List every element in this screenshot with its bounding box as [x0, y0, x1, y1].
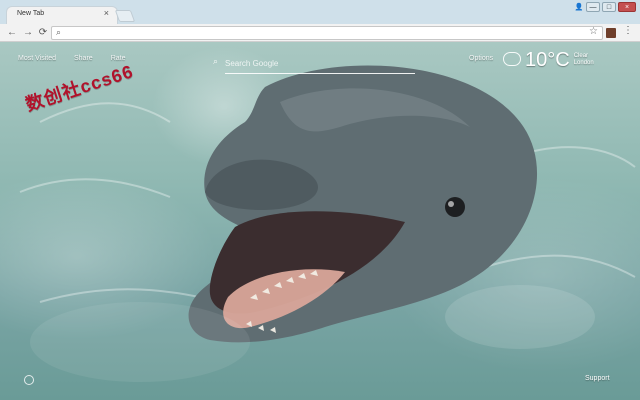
- window-controls: 👤 — □ ×: [574, 2, 636, 12]
- extension-icon[interactable]: [606, 28, 616, 38]
- options-link[interactable]: Options: [469, 55, 493, 62]
- maximize-button[interactable]: □: [602, 2, 616, 12]
- weather-details: Clear London: [574, 53, 594, 67]
- reload-icon[interactable]: ⟳: [37, 27, 49, 39]
- support-link[interactable]: Support: [585, 375, 610, 382]
- close-icon[interactable]: ×: [104, 9, 109, 18]
- user-icon[interactable]: 👤: [574, 2, 584, 12]
- search-icon: ⌕: [213, 56, 219, 66]
- google-search: ⌕: [213, 54, 415, 74]
- search-input[interactable]: [225, 54, 415, 72]
- search-icon: ⌕: [56, 27, 62, 37]
- most-visited-link[interactable]: Most Visited: [18, 55, 56, 62]
- minimize-button[interactable]: —: [586, 2, 600, 12]
- close-window-button[interactable]: ×: [618, 2, 636, 12]
- cloud-icon: [503, 52, 521, 66]
- temperature: 10°C: [525, 49, 570, 71]
- browser-tab[interactable]: New Tab ×: [6, 6, 118, 24]
- forward-arrow-icon[interactable]: →: [22, 27, 34, 39]
- weather-location: London: [573, 60, 594, 66]
- dolphin-background: [19, 65, 636, 382]
- top-nav: Most Visited Share Rate: [18, 55, 125, 62]
- new-tab-button[interactable]: [114, 10, 136, 22]
- settings-icon[interactable]: [24, 375, 34, 385]
- tab-title: New Tab: [17, 10, 45, 17]
- browser-toolbar: ← → ⟳ ⌕ ☆ ⋮: [0, 24, 640, 42]
- browser-titlebar: New Tab × 👤 — □ ×: [0, 0, 640, 24]
- address-bar[interactable]: ⌕ ☆: [51, 26, 603, 40]
- menu-icon[interactable]: ⋮: [623, 26, 633, 36]
- weather-widget[interactable]: 10°C Clear London: [503, 50, 594, 70]
- weather-condition: Clear: [573, 53, 589, 59]
- newtab-page: Most Visited Share Rate ⌕ Options 10°C C…: [0, 42, 640, 400]
- back-arrow-icon[interactable]: ←: [6, 27, 18, 39]
- star-icon[interactable]: ☆: [589, 27, 598, 37]
- share-link[interactable]: Share: [74, 55, 93, 62]
